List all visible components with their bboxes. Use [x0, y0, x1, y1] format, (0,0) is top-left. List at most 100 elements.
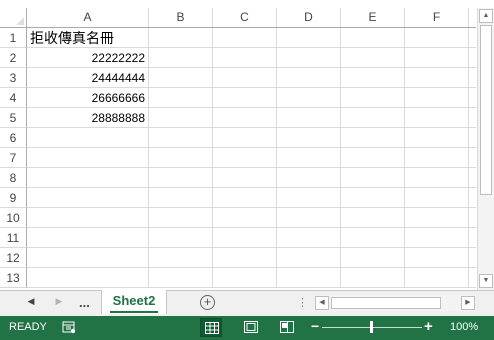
grid-cell[interactable]: [27, 228, 149, 248]
grid-cell[interactable]: [149, 228, 213, 248]
row-header-11[interactable]: 11: [0, 228, 27, 248]
grid-cell[interactable]: [341, 88, 405, 108]
row-header-4[interactable]: 4: [0, 88, 27, 108]
cell-a2[interactable]: 22222222: [27, 48, 149, 68]
page-break-preview-icon[interactable]: [276, 318, 298, 337]
grid-cell[interactable]: [27, 148, 149, 168]
grid-cell[interactable]: [277, 228, 341, 248]
row-header-7[interactable]: 7: [0, 148, 27, 168]
grid-cell[interactable]: [469, 108, 476, 128]
grid-cell[interactable]: [213, 228, 277, 248]
grid-cell[interactable]: [277, 108, 341, 128]
grid-cell[interactable]: [469, 28, 476, 48]
scroll-right-icon[interactable]: ▶: [461, 296, 475, 310]
grid-cell[interactable]: [213, 68, 277, 88]
grid-cell[interactable]: [469, 128, 476, 148]
grid-cell[interactable]: [213, 108, 277, 128]
grid-cell[interactable]: [405, 148, 469, 168]
scroll-left-icon[interactable]: ◀: [315, 296, 329, 310]
grid-cell[interactable]: [405, 28, 469, 48]
triangle-left-icon[interactable]: ◀: [24, 296, 38, 307]
grid-cell[interactable]: [213, 168, 277, 188]
grid-cell[interactable]: [277, 68, 341, 88]
sheet-tab-active[interactable]: Sheet2: [101, 290, 167, 314]
grid-cell[interactable]: [213, 48, 277, 68]
grid-cell[interactable]: [213, 88, 277, 108]
grid-cell[interactable]: [149, 208, 213, 228]
horizontal-scroll-thumb[interactable]: [331, 297, 441, 309]
grid-cell[interactable]: [213, 188, 277, 208]
row-header-1[interactable]: 1: [0, 28, 27, 48]
row-header-12[interactable]: 12: [0, 248, 27, 268]
grid-cell[interactable]: [341, 148, 405, 168]
grid-cell[interactable]: [149, 168, 213, 188]
cell-a4[interactable]: 26666666: [27, 88, 149, 108]
grid-cell[interactable]: [405, 108, 469, 128]
select-all-corner[interactable]: [0, 8, 27, 27]
grid-cell[interactable]: [149, 148, 213, 168]
grid-cell[interactable]: [469, 48, 476, 68]
grid-cell[interactable]: [341, 48, 405, 68]
cell-a1[interactable]: 拒收傳真名冊: [27, 28, 149, 48]
grid-cell[interactable]: [27, 128, 149, 148]
grid-cell[interactable]: [469, 88, 476, 108]
grid-cell[interactable]: [213, 128, 277, 148]
grid-cell[interactable]: [277, 248, 341, 268]
row-header-2[interactable]: 2: [0, 48, 27, 68]
column-header-b[interactable]: B: [149, 8, 213, 27]
grid-cell[interactable]: [27, 248, 149, 268]
scroll-down-icon[interactable]: ▼: [479, 274, 493, 288]
grid-cell[interactable]: [149, 68, 213, 88]
grid-cell[interactable]: [149, 88, 213, 108]
grid-cell[interactable]: [213, 208, 277, 228]
grid-cell[interactable]: [149, 128, 213, 148]
grid-cell[interactable]: [405, 48, 469, 68]
vertical-scroll-thumb[interactable]: [480, 25, 492, 195]
row-header-9[interactable]: 9: [0, 188, 27, 208]
grid-cell[interactable]: [277, 268, 341, 288]
grid-cell[interactable]: [405, 248, 469, 268]
row-header-6[interactable]: 6: [0, 128, 27, 148]
row-header-5[interactable]: 5: [0, 108, 27, 128]
grid-cell[interactable]: [341, 28, 405, 48]
grid-cell[interactable]: [27, 168, 149, 188]
row-header-10[interactable]: 10: [0, 208, 27, 228]
grid-cell[interactable]: [341, 208, 405, 228]
column-header-c[interactable]: C: [213, 8, 277, 27]
grid-cell[interactable]: [213, 148, 277, 168]
column-header-g-partial[interactable]: [469, 8, 476, 27]
grid-cell[interactable]: [405, 68, 469, 88]
cell-a3[interactable]: 24444444: [27, 68, 149, 88]
zoom-in-button[interactable]: +: [424, 318, 433, 335]
grid-cell[interactable]: [341, 248, 405, 268]
cell-a5[interactable]: 28888888: [27, 108, 149, 128]
grid-cell[interactable]: [341, 128, 405, 148]
row-header-3[interactable]: 3: [0, 68, 27, 88]
triangle-right-icon[interactable]: ▶: [52, 296, 66, 307]
grid-cell[interactable]: [149, 188, 213, 208]
zoom-out-button[interactable]: −: [311, 318, 319, 334]
grid-cell[interactable]: [213, 28, 277, 48]
grid-cell[interactable]: [405, 128, 469, 148]
scroll-up-icon[interactable]: ▲: [479, 9, 493, 23]
zoom-level-text[interactable]: 100%: [450, 321, 478, 333]
column-header-e[interactable]: E: [341, 8, 405, 27]
grid-cell[interactable]: [277, 168, 341, 188]
grid-cell[interactable]: [469, 208, 476, 228]
more-sheets-button[interactable]: ...: [79, 295, 90, 310]
grid-cell[interactable]: [469, 188, 476, 208]
grid-cell[interactable]: [341, 268, 405, 288]
grid-cell[interactable]: [27, 268, 149, 288]
grid-cell[interactable]: [277, 148, 341, 168]
grid-cell[interactable]: [149, 248, 213, 268]
worksheet-grid[interactable]: A B C D E F 1 2 3 4 5 6 7 8 9 10 11 12 1…: [0, 8, 476, 289]
grid-cell[interactable]: [277, 48, 341, 68]
column-header-f[interactable]: F: [405, 8, 469, 27]
grid-cell[interactable]: [405, 208, 469, 228]
grid-cell[interactable]: [27, 188, 149, 208]
grid-cell[interactable]: [341, 188, 405, 208]
grid-cell[interactable]: [277, 188, 341, 208]
grid-cell[interactable]: [149, 268, 213, 288]
grid-cell[interactable]: [341, 228, 405, 248]
macro-record-icon[interactable]: [62, 321, 76, 334]
